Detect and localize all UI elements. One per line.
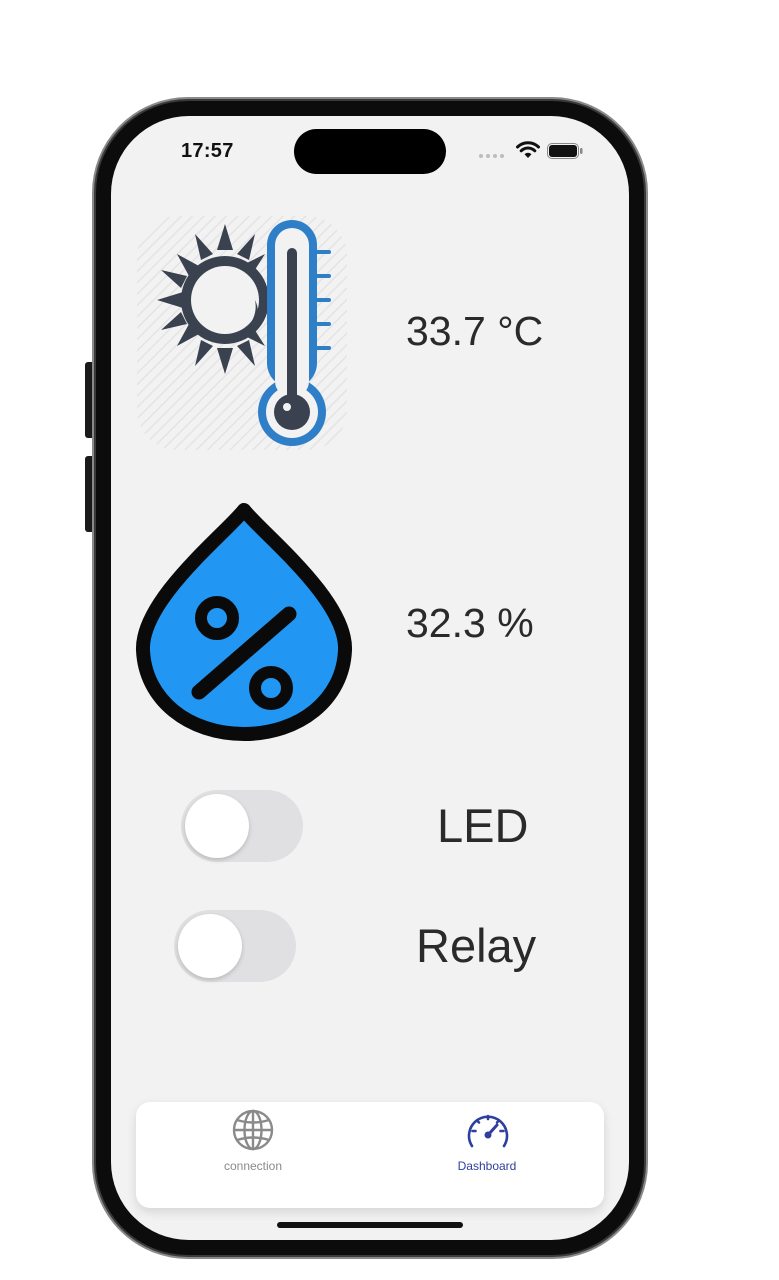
status-icons xyxy=(479,140,589,162)
status-time: 17:57 xyxy=(181,140,234,162)
relay-toggle-knob xyxy=(178,914,242,978)
tab-connection[interactable]: connection xyxy=(136,1102,370,1208)
led-toggle-knob xyxy=(185,794,249,858)
tab-dashboard-label: Dashboard xyxy=(457,1159,517,1173)
led-toggle[interactable] xyxy=(181,790,303,862)
app-screen: 17:57 33.7 °C 32.3 % LED Relay connectio… xyxy=(111,116,629,1240)
led-label: LED xyxy=(437,799,529,852)
relay-toggle[interactable] xyxy=(174,910,296,982)
humidity-drop-icon xyxy=(135,503,353,741)
wifi-icon xyxy=(516,141,540,158)
dynamic-island xyxy=(294,129,446,174)
globe-icon xyxy=(232,1109,274,1151)
cellular-signal-icon xyxy=(479,154,504,158)
relay-label: Relay xyxy=(416,919,537,972)
home-indicator xyxy=(277,1222,463,1228)
tab-connection-label: connection xyxy=(223,1159,283,1173)
temperature-value: 33.7 °C xyxy=(406,308,544,354)
device-stage: 17:57 33.7 °C 32.3 % LED Relay connectio… xyxy=(0,0,779,1280)
battery-icon xyxy=(547,143,583,159)
speedometer-icon xyxy=(467,1114,509,1148)
thermometer-sun-icon xyxy=(137,216,347,450)
humidity-value: 32.3 % xyxy=(406,600,534,646)
tab-bar: connection Dashboard xyxy=(136,1102,604,1208)
tab-dashboard[interactable]: Dashboard xyxy=(370,1102,604,1208)
